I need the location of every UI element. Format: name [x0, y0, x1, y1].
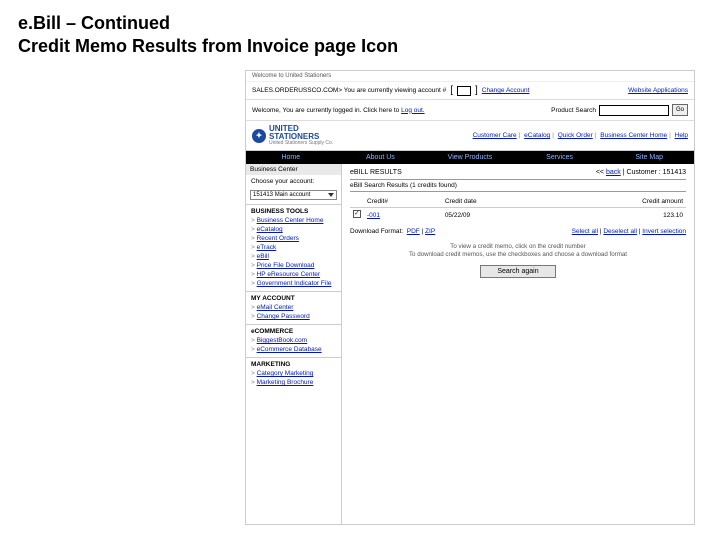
brand-row: ✦ UNITED STATIONERS United Stationers Su… — [246, 121, 694, 151]
th-amount: Credit amount — [551, 196, 686, 208]
sidebar-ecommerce-title: eCOMMERCE — [246, 324, 341, 336]
brand-mark-icon: ✦ — [252, 129, 266, 143]
download-format-label: Download Format: — [350, 228, 403, 235]
select-all-link[interactable]: Select all — [572, 228, 598, 235]
sidebar-myaccount-list: eMail Center Change Password — [246, 303, 341, 324]
sidebar-marketing-list: Category Marketing Marketing Brochure — [246, 369, 341, 390]
nav-services[interactable]: Services — [515, 151, 605, 164]
sidebar-item[interactable]: eCommerce Database — [246, 345, 341, 354]
credit-number-link[interactable]: -001 — [367, 212, 380, 219]
account-select[interactable]: 151413 Main account — [250, 190, 337, 200]
business-center-home-link-top[interactable]: Business Center Home — [600, 132, 667, 139]
product-search-label: Product Search — [551, 107, 596, 114]
nav-home[interactable]: Home — [246, 151, 336, 164]
address-text: SALES.ORDERUSSCO.COM> You are currently … — [252, 87, 446, 94]
content-body: Business Center Choose your account: 151… — [246, 164, 694, 524]
results-table: Credit# Credit date Credit amount -001 0… — [350, 196, 686, 222]
main-panel: eBILL RESULTS << back | Customer : 15141… — [342, 164, 694, 524]
main-nav: Home About Us View Products Services Sit… — [246, 151, 694, 164]
account-select-value: 151413 Main account — [253, 192, 310, 198]
nav-sitemap[interactable]: Site Map — [604, 151, 694, 164]
invert-selection-link[interactable]: Invert selection — [642, 228, 686, 235]
results-subheader: eBill Search Results (1 credits found) — [350, 179, 686, 192]
sidebar-item[interactable]: Category Marketing — [246, 369, 341, 378]
sidebar-item[interactable]: Marketing Brochure — [246, 378, 341, 387]
sidebar-header: Business Center — [246, 164, 341, 175]
sidebar-item[interactable]: Price File Download — [246, 261, 341, 270]
product-search-input[interactable] — [599, 105, 669, 116]
brand-subtitle: United Stationers Supply Co. — [269, 141, 333, 146]
quick-order-link[interactable]: Quick Order — [558, 132, 593, 139]
instruction-line2: To download credit memos, use the checkb… — [350, 251, 686, 259]
sidebar-item[interactable]: Government Indicator File — [246, 279, 341, 288]
product-search-group: Product Search Go — [551, 104, 688, 116]
sidebar-ecommerce-list: BiggestBook.com eCommerce Database — [246, 336, 341, 357]
sidebar-item[interactable]: eBill — [246, 252, 341, 261]
go-button[interactable]: Go — [672, 104, 688, 116]
browser-topstrip: Welcome to United Stationers — [246, 71, 694, 82]
bracket-left-icon: [ — [450, 85, 453, 96]
download-zip-link[interactable]: ZIP — [425, 228, 435, 235]
sidebar-item[interactable]: Recent Orders — [246, 234, 341, 243]
table-header-row: Credit# Credit date Credit amount — [350, 196, 686, 208]
customer-care-link[interactable]: Customer Care — [473, 132, 517, 139]
th-date: Credit date — [442, 196, 551, 208]
sidebar-item[interactable]: BiggestBook.com — [246, 336, 341, 345]
instructions: To view a credit memo, click on the cred… — [350, 243, 686, 259]
chevron-down-icon — [328, 193, 334, 197]
download-row: Download Format: PDF | ZIP Select all | … — [350, 228, 686, 235]
results-header: eBILL RESULTS << back | Customer : 15141… — [350, 169, 686, 176]
instruction-line1: To view a credit memo, click on the cred… — [350, 243, 686, 251]
ecatalog-link-top[interactable]: eCatalog — [524, 132, 550, 139]
top-links: Customer Care| eCatalog| Quick Order| Bu… — [473, 132, 688, 139]
nav-products[interactable]: View Products — [425, 151, 515, 164]
sidebar-item[interactable]: Change Password — [246, 312, 341, 321]
credit-date: 05/22/09 — [442, 208, 551, 223]
slide-title-line1: e.Bill – Continued — [18, 12, 702, 35]
account-number-input[interactable] — [457, 86, 471, 96]
customer-id: 151413 — [663, 169, 686, 176]
row-checkbox[interactable] — [353, 210, 361, 218]
slide-title: e.Bill – Continued Credit Memo Results f… — [0, 0, 720, 61]
brand-logo: ✦ UNITED STATIONERS United Stationers Su… — [252, 125, 333, 146]
download-pdf-link[interactable]: PDF — [407, 228, 420, 235]
customer-label: Customer : — [626, 169, 660, 176]
address-bar: SALES.ORDERUSSCO.COM> You are currently … — [246, 82, 694, 100]
website-applications-link[interactable]: Website Applications — [628, 87, 688, 94]
logout-link[interactable]: Log out. — [401, 107, 425, 114]
sidebar-item[interactable]: eTrack — [246, 243, 341, 252]
sidebar-tools-title: BUSINESS TOOLS — [246, 204, 341, 216]
deselect-all-link[interactable]: Deselect all — [603, 228, 637, 235]
back-link[interactable]: back — [606, 169, 621, 176]
welcome-message: Welcome, You are currently logged in. Cl… — [252, 107, 425, 114]
sidebar-item[interactable]: eMail Center — [246, 303, 341, 312]
sidebar-item[interactable]: HP eResource Center — [246, 270, 341, 279]
choose-account-label: Choose your account: — [246, 175, 341, 188]
bracket-right-icon: ] — [475, 85, 478, 96]
sidebar-tools-list: Business Center Home eCatalog Recent Ord… — [246, 216, 341, 291]
th-credit: Credit# — [364, 196, 442, 208]
welcome-row: Welcome, You are currently logged in. Cl… — [246, 100, 694, 121]
sidebar: Business Center Choose your account: 151… — [246, 164, 342, 524]
results-customer: << back | Customer : 151413 — [596, 169, 686, 176]
sidebar-item[interactable]: Business Center Home — [246, 216, 341, 225]
sidebar-item[interactable]: eCatalog — [246, 225, 341, 234]
change-account-link[interactable]: Change Account — [482, 87, 530, 94]
help-link[interactable]: Help — [675, 132, 688, 139]
table-row: -001 05/22/09 123.10 — [350, 208, 686, 223]
nav-about[interactable]: About Us — [336, 151, 426, 164]
sidebar-myaccount-title: MY ACCOUNT — [246, 291, 341, 303]
app-frame: Welcome to United Stationers SALES.ORDER… — [245, 70, 695, 525]
slide-title-line2: Credit Memo Results from Invoice page Ic… — [18, 35, 702, 58]
credit-amount: 123.10 — [551, 208, 686, 223]
sidebar-marketing-title: MARKETING — [246, 357, 341, 369]
welcome-text: Welcome, You are currently logged in. Cl… — [252, 107, 401, 114]
search-again-button[interactable]: Search again — [480, 265, 555, 278]
results-title: eBILL RESULTS — [350, 169, 402, 176]
